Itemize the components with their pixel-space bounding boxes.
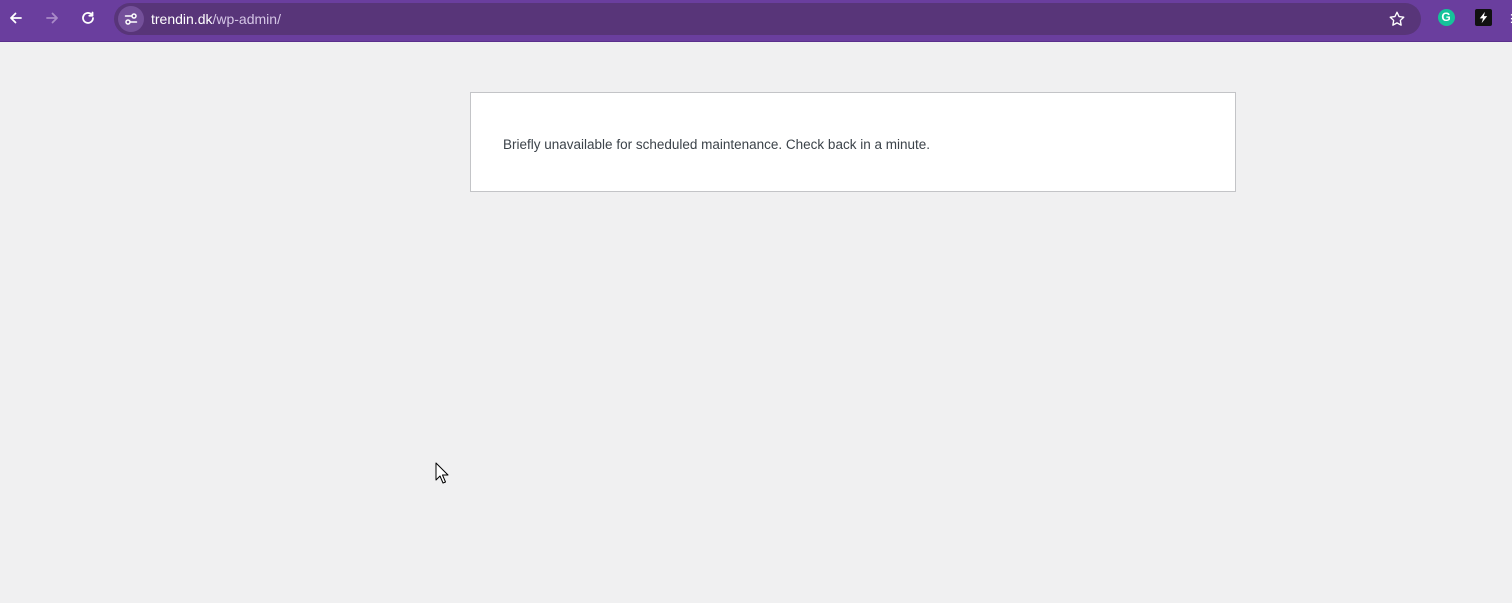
star-icon xyxy=(1389,11,1405,26)
reload-button[interactable] xyxy=(72,5,104,31)
url-text[interactable]: trendin.dk/wp-admin/ xyxy=(151,3,281,35)
maintenance-message: Briefly unavailable for scheduled mainte… xyxy=(503,137,930,152)
url-host: trendin.dk xyxy=(151,11,213,27)
grammarly-extension-button[interactable]: G xyxy=(1437,8,1455,26)
toolbar-divider xyxy=(0,41,1512,42)
back-button[interactable] xyxy=(0,5,32,31)
forward-arrow-icon xyxy=(46,12,58,24)
browser-toolbar: trendin.dk/wp-admin/ G ⋮ xyxy=(0,0,1512,42)
grammarly-icon: G xyxy=(1437,8,1455,26)
extensions-overflow-icon[interactable]: ⋮ xyxy=(1506,12,1512,24)
maintenance-message-box: Briefly unavailable for scheduled mainte… xyxy=(470,92,1236,192)
lightning-extension-button[interactable] xyxy=(1474,8,1492,26)
bookmark-button[interactable] xyxy=(1387,9,1407,29)
lightning-bolt-icon xyxy=(1479,11,1487,23)
lightning-extension-icon xyxy=(1474,8,1492,26)
site-info-button[interactable] xyxy=(118,6,144,32)
forward-button[interactable] xyxy=(36,5,68,31)
url-path: /wp-admin/ xyxy=(212,11,281,27)
reload-icon xyxy=(82,11,94,24)
mouse-cursor-icon xyxy=(435,462,449,484)
site-settings-icon xyxy=(124,13,138,25)
grammarly-letter: G xyxy=(1441,10,1451,24)
back-arrow-icon xyxy=(10,12,22,24)
address-bar[interactable]: trendin.dk/wp-admin/ xyxy=(114,3,1421,35)
